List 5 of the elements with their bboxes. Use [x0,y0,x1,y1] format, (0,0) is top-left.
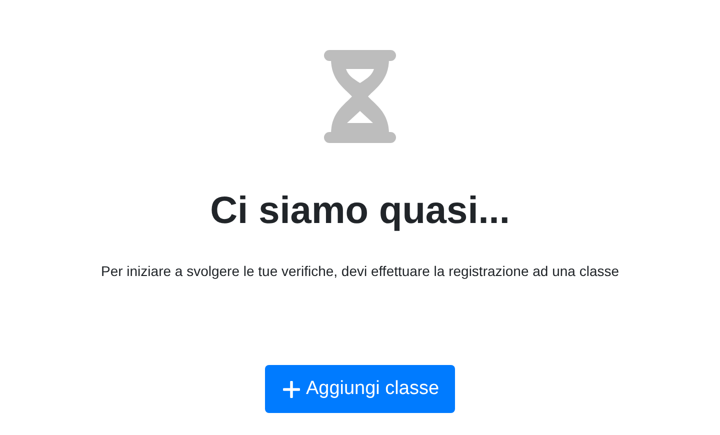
add-class-button[interactable]: Aggiungi classe [264,365,456,413]
plus-icon [282,380,300,398]
hourglass-icon [324,50,396,143]
info-message: Per iniziare a svolgere le tue verifiche, devi effettuare la registrazione ad una classe [100,262,620,281]
page-title: Ci siamo quasi... [210,189,510,233]
